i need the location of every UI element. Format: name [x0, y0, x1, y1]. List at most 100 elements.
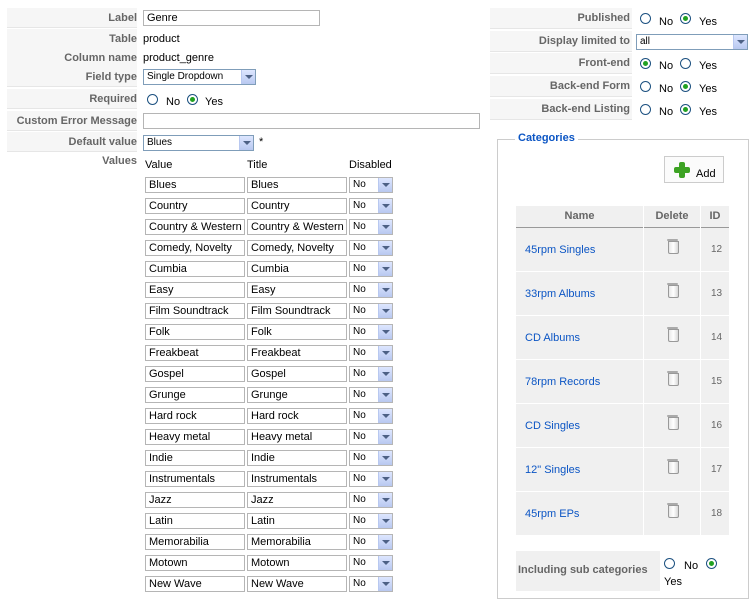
value-input[interactable]: Folk	[145, 324, 245, 340]
front-end-yes-radio[interactable]	[680, 58, 691, 69]
label-input[interactable]: Genre	[143, 10, 320, 26]
value-input[interactable]: Blues	[145, 177, 245, 193]
value-input[interactable]: Memorabilia	[145, 534, 245, 550]
value-input[interactable]: Grunge	[145, 387, 245, 403]
category-name-link[interactable]: 12" Singles	[525, 464, 580, 476]
trash-icon[interactable]	[667, 326, 679, 342]
title-input[interactable]: Film Soundtrack	[247, 303, 347, 319]
disabled-select[interactable]: No	[349, 345, 393, 361]
trash-icon[interactable]	[667, 502, 679, 518]
backend-listing-yes-radio[interactable]	[680, 104, 691, 115]
disabled-select[interactable]: No	[349, 429, 393, 445]
disabled-select[interactable]: No	[349, 303, 393, 319]
chevron-down-icon	[378, 367, 392, 381]
chevron-down-icon	[378, 346, 392, 360]
category-id: 14	[711, 332, 723, 343]
title-input[interactable]: Country & Western	[247, 219, 347, 235]
categories-header-name: Name	[516, 206, 643, 228]
chevron-down-icon	[378, 283, 392, 297]
title-input[interactable]: Jazz	[247, 492, 347, 508]
value-input[interactable]: Country & Western	[145, 219, 245, 235]
value-input[interactable]: Country	[145, 198, 245, 214]
backend-form-yes-label: Yes	[699, 83, 717, 95]
disabled-select[interactable]: No	[349, 240, 393, 256]
title-input[interactable]: Easy	[247, 282, 347, 298]
category-name-link[interactable]: CD Singles	[525, 420, 580, 432]
title-input[interactable]: Comedy, Novelty	[247, 240, 347, 256]
published-no-label: No	[659, 16, 674, 28]
trash-icon[interactable]	[667, 458, 679, 474]
include-sub-caption-cell: Including sub categories	[516, 551, 660, 591]
category-name-link[interactable]: 78rpm Records	[525, 376, 600, 388]
add-category-button[interactable]: Add	[664, 156, 724, 183]
title-input[interactable]: Gospel	[247, 366, 347, 382]
front-end-no-radio[interactable]	[640, 58, 651, 69]
category-name-link[interactable]: 45rpm Singles	[525, 244, 595, 256]
published-no-radio[interactable]	[640, 13, 651, 24]
value-input[interactable]: Gospel	[145, 366, 245, 382]
chevron-down-icon	[239, 136, 253, 150]
trash-icon[interactable]	[667, 238, 679, 254]
field-type-select[interactable]: Single Dropdown	[143, 69, 256, 85]
disabled-select[interactable]: No	[349, 513, 393, 529]
disabled-select[interactable]: No	[349, 219, 393, 235]
title-input[interactable]: Blues	[247, 177, 347, 193]
value-input[interactable]: Instrumentals	[145, 471, 245, 487]
backend-form-yes-radio[interactable]	[680, 81, 691, 92]
value-input[interactable]: Film Soundtrack	[145, 303, 245, 319]
disabled-select[interactable]: No	[349, 261, 393, 277]
title-input[interactable]: Freakbeat	[247, 345, 347, 361]
trash-icon[interactable]	[667, 282, 679, 298]
value-input[interactable]: Motown	[145, 555, 245, 571]
published-yes-radio[interactable]	[680, 13, 691, 24]
custom-error-input[interactable]	[143, 113, 480, 129]
values-header-value: Value	[145, 159, 173, 171]
category-name-link[interactable]: 33rpm Albums	[525, 288, 595, 300]
title-input[interactable]: Latin	[247, 513, 347, 529]
required-no-radio[interactable]	[147, 94, 158, 105]
disabled-select[interactable]: No	[349, 408, 393, 424]
category-name-link[interactable]: CD Albums	[525, 332, 580, 344]
include-sub-yes-radio[interactable]	[706, 558, 717, 569]
title-input[interactable]: Hard rock	[247, 408, 347, 424]
title-input[interactable]: Folk	[247, 324, 347, 340]
disabled-select[interactable]: No	[349, 387, 393, 403]
value-input[interactable]: Comedy, Novelty	[145, 240, 245, 256]
default-value-select[interactable]: Blues	[143, 135, 254, 151]
category-name-link[interactable]: 45rpm EPs	[525, 508, 579, 520]
disabled-select[interactable]: No	[349, 198, 393, 214]
required-yes-radio[interactable]	[187, 94, 198, 105]
disabled-select-value: No	[353, 284, 366, 295]
title-input[interactable]: Cumbia	[247, 261, 347, 277]
title-input[interactable]: Memorabilia	[247, 534, 347, 550]
trash-icon[interactable]	[667, 414, 679, 430]
backend-form-no-radio[interactable]	[640, 81, 651, 92]
title-input[interactable]: Grunge	[247, 387, 347, 403]
value-input[interactable]: Jazz	[145, 492, 245, 508]
disabled-select[interactable]: No	[349, 555, 393, 571]
disabled-select[interactable]: No	[349, 282, 393, 298]
value-input[interactable]: Hard rock	[145, 408, 245, 424]
title-input[interactable]: Motown	[247, 555, 347, 571]
disabled-select[interactable]: No	[349, 324, 393, 340]
title-input[interactable]: Indie	[247, 450, 347, 466]
include-sub-no-radio[interactable]	[664, 558, 675, 569]
value-input[interactable]: Latin	[145, 513, 245, 529]
display-limited-select[interactable]: all	[636, 34, 748, 50]
disabled-select[interactable]: No	[349, 366, 393, 382]
disabled-select[interactable]: No	[349, 450, 393, 466]
value-input[interactable]: Easy	[145, 282, 245, 298]
disabled-select[interactable]: No	[349, 534, 393, 550]
backend-listing-no-radio[interactable]	[640, 104, 651, 115]
title-input[interactable]: Country	[247, 198, 347, 214]
value-input[interactable]: Indie	[145, 450, 245, 466]
disabled-select[interactable]: No	[349, 177, 393, 193]
disabled-select[interactable]: No	[349, 492, 393, 508]
value-input[interactable]: Cumbia	[145, 261, 245, 277]
disabled-select[interactable]: No	[349, 471, 393, 487]
trash-icon[interactable]	[667, 370, 679, 386]
title-input[interactable]: Heavy metal	[247, 429, 347, 445]
title-input[interactable]: Instrumentals	[247, 471, 347, 487]
value-input[interactable]: Heavy metal	[145, 429, 245, 445]
value-input[interactable]: Freakbeat	[145, 345, 245, 361]
